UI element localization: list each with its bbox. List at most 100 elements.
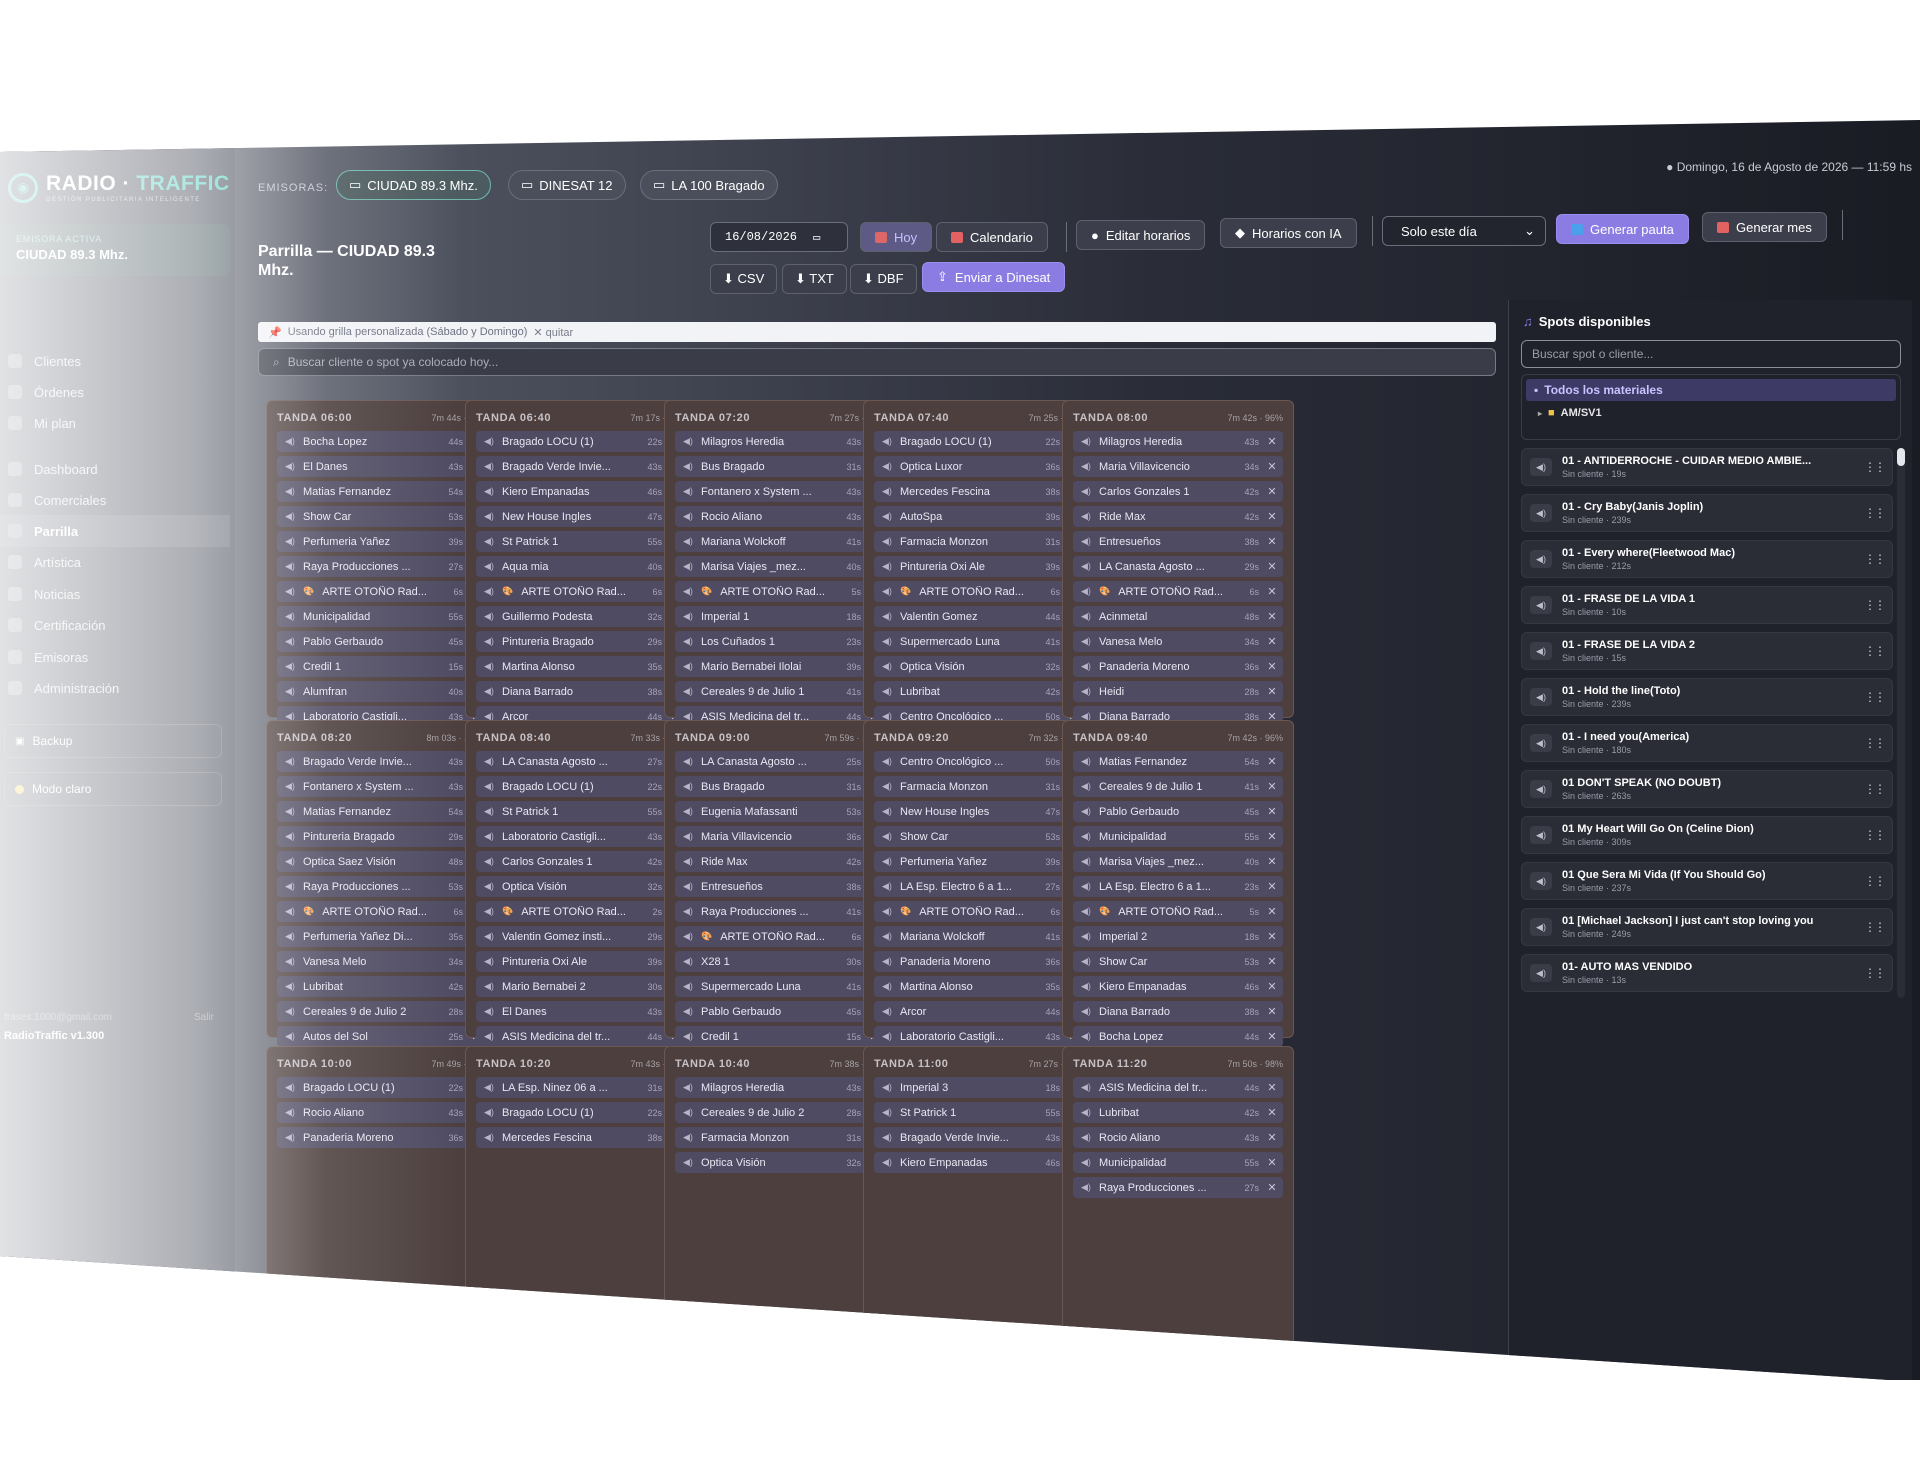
speaker-icon[interactable]: ◀) [1081, 1157, 1091, 1168]
spot-item[interactable]: ◀)Bragado Verde Invie...43s✕ [874, 1127, 1084, 1148]
material-item[interactable]: ◀) 01 - FRASE DE LA VIDA 1 Sin cliente · 1… [1521, 586, 1893, 624]
speaker-icon[interactable]: ◀) [683, 686, 693, 697]
spot-item[interactable]: ◀) Acinmetal 48s ✕ [1073, 606, 1283, 627]
speaker-icon[interactable]: ◀) [882, 856, 892, 867]
spot-item[interactable]: ◀)Show Car53s✕ [277, 506, 487, 527]
speaker-icon[interactable]: ◀) [285, 1031, 295, 1042]
generate-schedule-button[interactable]: Generar pauta [1556, 214, 1689, 244]
spot-item[interactable]: ◀)Perfumeria Yañez39s✕ [277, 531, 487, 552]
sidebar-item-administración[interactable]: Administración [0, 672, 230, 704]
spot-search-input[interactable]: Buscar spot o cliente... [1521, 340, 1901, 368]
remove-spot-icon[interactable]: ✕ [1267, 755, 1277, 768]
spot-item[interactable]: ◀) Cereales 9 de Julio 1 41s ✕ [1073, 776, 1283, 797]
speaker-icon[interactable]: ◀) [1081, 881, 1091, 892]
speaker-icon[interactable]: ◀) [484, 1031, 494, 1042]
speaker-icon[interactable]: ◀) [882, 611, 892, 622]
material-item[interactable]: ◀) 01 DON'T SPEAK (NO DOUBT) Sin cliente ·… [1521, 770, 1893, 808]
speaker-icon[interactable]: ◀) [484, 956, 494, 967]
speaker-icon[interactable]: ◀) [285, 536, 295, 547]
speaker-icon[interactable]: ◀) [1081, 611, 1091, 622]
remove-spot-icon[interactable]: ✕ [1267, 1030, 1277, 1043]
spot-item[interactable]: ◀)Mariana Wolckoff41s✕ [874, 926, 1084, 947]
play-preview-icon[interactable]: ◀) [1530, 688, 1552, 706]
chevron-right-icon[interactable]: ▸ [1538, 409, 1542, 418]
speaker-icon[interactable]: ◀) [882, 1132, 892, 1143]
spot-item[interactable]: ◀)Entresueños38s✕ [675, 876, 885, 897]
drag-handle-icon[interactable]: ⋮⋮ [1864, 828, 1886, 842]
spot-item[interactable]: ◀)Ride Max42s✕ [675, 851, 885, 872]
spot-item[interactable]: ◀)Bragado LOCU (1)22s✕ [476, 431, 686, 452]
play-preview-icon[interactable]: ◀) [1530, 734, 1552, 752]
spot-item[interactable]: ◀)Panaderia Moreno36s✕ [874, 951, 1084, 972]
speaker-icon[interactable]: ◀) [1081, 981, 1091, 992]
spot-item[interactable]: ◀)LA Canasta Agosto ...25s✕ [675, 751, 885, 772]
spot-item[interactable]: ◀)Carlos Gonzales 142s✕ [1073, 481, 1283, 502]
remove-spot-icon[interactable]: ✕ [1267, 1005, 1277, 1018]
spot-item[interactable]: ◀)ASIS Medicina del tr...44s✕ [476, 1026, 686, 1047]
spot-item[interactable]: ◀)Maria Villavicencio36s✕ [675, 826, 885, 847]
speaker-icon[interactable]: ◀) [882, 981, 892, 992]
remove-spot-icon[interactable]: ✕ [1267, 780, 1277, 793]
speaker-icon[interactable]: ◀) [1081, 486, 1091, 497]
grid-search-input[interactable]: ⌕ Buscar cliente o spot ya colocado hoy.… [258, 348, 1496, 376]
spot-item[interactable]: ◀)🎨ARTE OTOÑO Rad...6s✕ [277, 901, 487, 922]
speaker-icon[interactable]: ◀) [882, 806, 892, 817]
export-txt-button[interactable]: ⬇ TXT [782, 264, 847, 294]
spot-item[interactable]: ◀)Optica Luxor36s✕ [874, 456, 1084, 477]
spot-item[interactable]: ◀)Cereales 9 de Julio 228s✕ [675, 1102, 885, 1123]
spot-item[interactable]: ◀) Municipalidad 55s ✕ [1073, 826, 1283, 847]
sidebar-item-clientes[interactable]: Clientes [0, 345, 230, 377]
speaker-icon[interactable]: ◀) [285, 636, 295, 647]
spot-item[interactable]: ◀)El Danes43s✕ [277, 456, 487, 477]
spot-item[interactable]: ◀)Diana Barrado38s✕ [1073, 1001, 1283, 1022]
speaker-icon[interactable]: ◀) [882, 906, 892, 917]
speaker-icon[interactable]: ◀) [484, 686, 494, 697]
spot-item[interactable]: ◀)🎨ARTE OTOÑO Rad...6s✕ [675, 926, 885, 947]
spot-item[interactable]: ◀)Farmacia Monzon31s✕ [675, 1127, 885, 1148]
spot-item[interactable]: ◀)Bragado LOCU (1)22s✕ [476, 1102, 686, 1123]
spot-item[interactable]: ◀) Vanesa Melo 34s ✕ [1073, 631, 1283, 652]
spot-item[interactable]: ◀)Bragado Verde Invie...43s✕ [476, 456, 686, 477]
speaker-icon[interactable]: ◀) [1081, 536, 1091, 547]
spot-item[interactable]: ◀) Pablo Gerbaudo 45s ✕ [1073, 801, 1283, 822]
speaker-icon[interactable]: ◀) [484, 806, 494, 817]
speaker-icon[interactable]: ◀) [484, 561, 494, 572]
generate-month-button[interactable]: Generar mes [1702, 212, 1827, 242]
spot-item[interactable]: ◀)Cereales 9 de Julio 228s✕ [277, 1001, 487, 1022]
station-tab-ciudad[interactable]: ▭ CIUDAD 89.3 Mhz. [336, 170, 491, 200]
speaker-icon[interactable]: ◀) [1081, 906, 1091, 917]
speaker-icon[interactable]: ◀) [683, 511, 693, 522]
spot-item[interactable]: ◀)Bragado LOCU (1)22s✕ [277, 1077, 487, 1098]
remove-spot-icon[interactable]: ✕ [1267, 435, 1277, 448]
spot-item[interactable]: ◀)Rocio Aliano43s✕ [675, 506, 885, 527]
drag-handle-icon[interactable]: ⋮⋮ [1864, 966, 1886, 980]
remove-spot-icon[interactable]: ✕ [1267, 585, 1277, 598]
spot-item[interactable]: ◀)Show Car53s✕ [1073, 951, 1283, 972]
sidebar-item-noticias[interactable]: Noticias [0, 578, 230, 610]
spot-item[interactable]: ◀)Imperial 118s✕ [675, 606, 885, 627]
spot-item[interactable]: ◀)Marisa Viajes _mez...40s✕ [675, 556, 885, 577]
speaker-icon[interactable]: ◀) [484, 981, 494, 992]
material-item[interactable]: ◀) 01 My Heart Will Go On (Celine Dion) Si… [1521, 816, 1893, 854]
remove-spot-icon[interactable]: ✕ [1267, 660, 1277, 673]
spot-item[interactable]: ◀)Alumfran40s✕ [277, 681, 487, 702]
spot-item[interactable]: ◀)Marisa Viajes _mez...40s✕ [1073, 851, 1283, 872]
spot-item[interactable]: ◀)Optica Visión32s✕ [476, 876, 686, 897]
speaker-icon[interactable]: ◀) [484, 636, 494, 647]
spot-item[interactable]: ◀)Arcor44s✕ [874, 1001, 1084, 1022]
spot-item[interactable]: ◀)Matias Fernandez54s✕ [277, 801, 487, 822]
speaker-icon[interactable]: ◀) [1081, 661, 1091, 672]
calendar-button[interactable]: Calendario [936, 222, 1048, 252]
spot-item[interactable]: ◀)Mariana Wolckoff41s✕ [675, 531, 885, 552]
speaker-icon[interactable]: ◀) [683, 561, 693, 572]
speaker-icon[interactable]: ◀) [882, 1157, 892, 1168]
spot-item[interactable]: ◀)Diana Barrado38s✕ [476, 681, 686, 702]
play-preview-icon[interactable]: ◀) [1530, 918, 1552, 936]
spot-item[interactable]: ◀)Milagros Heredia43s✕ [675, 431, 885, 452]
spot-item[interactable]: ◀)Carlos Gonzales 142s✕ [476, 851, 686, 872]
backup-button[interactable]: ▣ Backup [4, 724, 222, 758]
speaker-icon[interactable]: ◀) [683, 486, 693, 497]
speaker-icon[interactable]: ◀) [882, 956, 892, 967]
spot-item[interactable]: ◀)St Patrick 155s✕ [476, 531, 686, 552]
spot-item[interactable]: ◀) Municipalidad 55s ✕ [1073, 1152, 1283, 1173]
